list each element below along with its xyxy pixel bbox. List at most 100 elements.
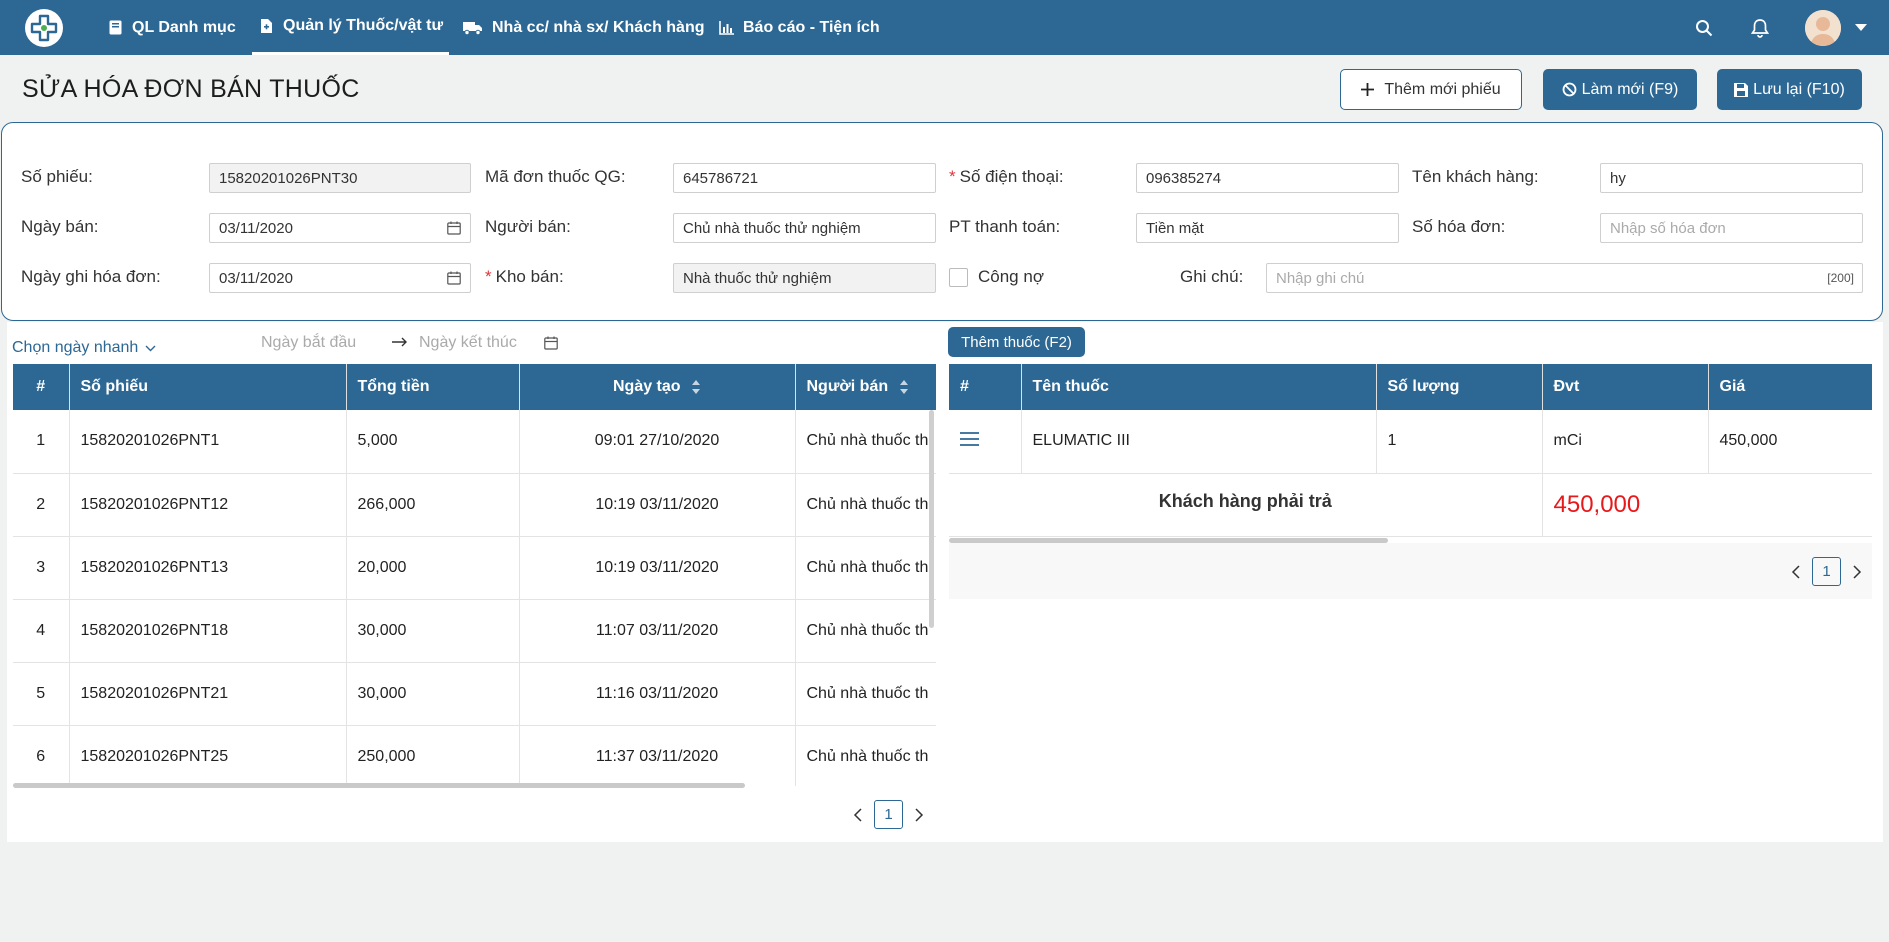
drug-pagination: 1 [1791, 557, 1862, 586]
calendar-icon[interactable] [544, 336, 558, 355]
cell-index: 4 [13, 599, 70, 663]
horizontal-scrollbar[interactable] [13, 783, 745, 788]
nav-bao-cao[interactable]: Báo cáo - Tiện ích [718, 0, 880, 55]
chevron-left-icon[interactable] [1791, 564, 1800, 579]
table-header-row: # Số phiếu Tổng tiền Ngày tạo Người bán [13, 364, 936, 410]
drug-file-icon [258, 18, 274, 34]
table-row[interactable]: 1 15820201026PNT1 5,000 09:01 27/10/2020… [13, 410, 936, 474]
cong-no-checkbox[interactable] [949, 268, 968, 287]
quick-date-label: Chọn ngày nhanh [12, 339, 139, 356]
pt-thanh-toan-select[interactable]: Tiền mặt [1136, 213, 1399, 243]
col-dvt: Đvt [1542, 364, 1709, 410]
kho-ban-select[interactable]: Nhà thuốc thử nghiệm [673, 263, 936, 293]
col-index: # [13, 364, 70, 410]
list-pagination: 1 [853, 800, 924, 829]
col-tong-tien[interactable]: Tổng tiền [346, 364, 520, 410]
chevron-right-icon[interactable] [1853, 564, 1862, 579]
cell-ngay-tao: 10:19 03/11/2020 [519, 473, 796, 537]
table-row[interactable]: 5 15820201026PNT21 30,000 11:16 03/11/20… [13, 662, 936, 726]
calendar-icon [447, 271, 461, 285]
vertical-scrollbar[interactable] [929, 410, 934, 628]
table-row[interactable]: 4 15820201026PNT18 30,000 11:07 03/11/20… [13, 599, 936, 663]
kho-ban-label-text: Kho bán: [495, 267, 564, 286]
cell-so-phieu: 15820201026PNT1 [69, 410, 347, 474]
col-so-phieu[interactable]: Số phiếu [69, 364, 347, 410]
nguoi-ban-select[interactable]: Chủ nhà thuốc thử nghiệm [673, 213, 936, 243]
quick-date-dropdown[interactable]: Chọn ngày nhanh [12, 339, 156, 357]
logo[interactable] [25, 9, 63, 47]
start-date-input[interactable]: Ngày bắt đầu [261, 334, 356, 352]
cell-gia[interactable]: 450,000 [1708, 410, 1872, 474]
arrow-right-icon [392, 335, 408, 353]
add-drug-button[interactable]: Thêm thuốc (F2) [948, 327, 1085, 357]
table-row[interactable]: 2 15820201026PNT12 266,000 10:19 03/11/2… [13, 473, 936, 537]
so-dien-thoai-input[interactable]: 096385274 [1136, 163, 1399, 193]
pt-thanh-toan-label: PT thanh toán: [949, 217, 1061, 236]
cell-dvt: mCi [1542, 410, 1709, 474]
so-dien-thoai-label: * Số điện thoại: [949, 167, 1064, 187]
cell-so-phieu: 15820201026PNT18 [69, 599, 347, 663]
cell-ngay-tao: 10:19 03/11/2020 [519, 536, 796, 600]
required-marker: * [485, 267, 492, 286]
bell-icon [1751, 18, 1769, 38]
nav-nha-cung-cap[interactable]: Nhà cc/ nhà sx/ Khách hàng [463, 0, 705, 55]
save-button[interactable]: Lưu lại (F10) [1717, 69, 1862, 110]
page-number[interactable]: 1 [1812, 557, 1841, 586]
ten-khach-hang-label: Tên khách hàng: [1412, 167, 1539, 186]
nav-ql-danh-muc[interactable]: QL Danh mục [107, 0, 236, 55]
drug-pager-bar [949, 543, 1872, 599]
nav-label: Nhà cc/ nhà sx/ Khách hàng [492, 18, 705, 36]
cell-ten-thuoc: ELUMATIC III [1021, 410, 1377, 474]
avatar[interactable] [1805, 10, 1841, 46]
ten-khach-hang-input[interactable]: hy [1600, 163, 1863, 193]
add-new-invoice-button[interactable]: Thêm mới phiếu [1340, 69, 1522, 110]
col-nguoi-ban[interactable]: Người bán [795, 364, 936, 410]
book-icon [107, 20, 123, 36]
user-menu-dropdown[interactable] [1855, 0, 1867, 55]
end-date-input[interactable]: Ngày kết thúc [419, 334, 517, 352]
total-value: 450,000 [1542, 473, 1872, 537]
ngay-ban-date-input[interactable]: 03/11/2020 [209, 213, 471, 243]
table-row[interactable]: 6 15820201026PNT25 250,000 11:37 03/11/2… [13, 725, 936, 786]
chevron-down-icon [145, 345, 156, 352]
save-label: Lưu lại (F10) [1753, 80, 1845, 98]
cell-tong-tien: 266,000 [346, 473, 520, 537]
page-title: SỬA HÓA ĐƠN BÁN THUỐC [22, 75, 360, 103]
add-new-label: Thêm mới phiếu [1384, 80, 1501, 98]
cell-so-phieu: 15820201026PNT21 [69, 662, 347, 726]
col-gia: Giá [1708, 364, 1872, 410]
nav-quan-ly-thuoc[interactable]: Quản lý Thuốc/vật tư [252, 0, 450, 55]
truck-icon [463, 20, 483, 36]
ma-don-thuoc-label: Mã đơn thuốc QG: [485, 167, 626, 186]
col-so-luong: Số lượng [1376, 364, 1543, 410]
chevron-left-icon[interactable] [853, 807, 862, 822]
sort-icon [692, 379, 701, 394]
plus-icon [1361, 83, 1375, 96]
ngay-ghi-hoa-don-date-input[interactable]: 03/11/2020 [209, 263, 471, 293]
cell-menu[interactable] [949, 410, 1022, 474]
search-button[interactable] [1695, 0, 1713, 55]
chevron-right-icon[interactable] [915, 807, 924, 822]
search-icon [1696, 19, 1713, 36]
table-row[interactable]: 3 15820201026PNT13 20,000 10:19 03/11/20… [13, 536, 936, 600]
table-row[interactable]: ELUMATIC III 1 mCi 450,000 [949, 410, 1872, 474]
nav-label: Báo cáo - Tiện ích [743, 18, 880, 36]
col-nguoi-ban-label: Người bán [806, 378, 889, 395]
cell-so-luong[interactable]: 1 [1376, 410, 1543, 474]
col-ngay-tao[interactable]: Ngày tạo [519, 364, 796, 410]
kho-ban-label: * Kho bán: [485, 267, 564, 287]
refresh-button[interactable]: Làm mới (F9) [1543, 69, 1697, 110]
ngay-ban-label: Ngày bán: [21, 217, 99, 236]
cell-index: 1 [13, 410, 70, 474]
page-number[interactable]: 1 [874, 800, 903, 829]
cell-nguoi-ban: Chủ nhà thuốc th [795, 662, 936, 726]
so-hoa-don-input[interactable]: Nhập số hóa đơn [1600, 213, 1863, 243]
ma-don-thuoc-input[interactable]: 645786721 [673, 163, 936, 193]
nav-label: QL Danh mục [132, 18, 236, 36]
invoice-list-table: # Số phiếu Tổng tiền Ngày tạo Người bán … [13, 364, 936, 786]
notification-button[interactable] [1751, 0, 1769, 55]
ghi-chu-input[interactable]: Nhập ghi chú [200] [1266, 263, 1863, 293]
cell-nguoi-ban: Chủ nhà thuốc th [795, 599, 936, 663]
so-dien-thoai-label-text: Số điện thoại: [959, 167, 1064, 186]
so-phieu-input[interactable]: 15820201026PNT30 [209, 163, 471, 193]
